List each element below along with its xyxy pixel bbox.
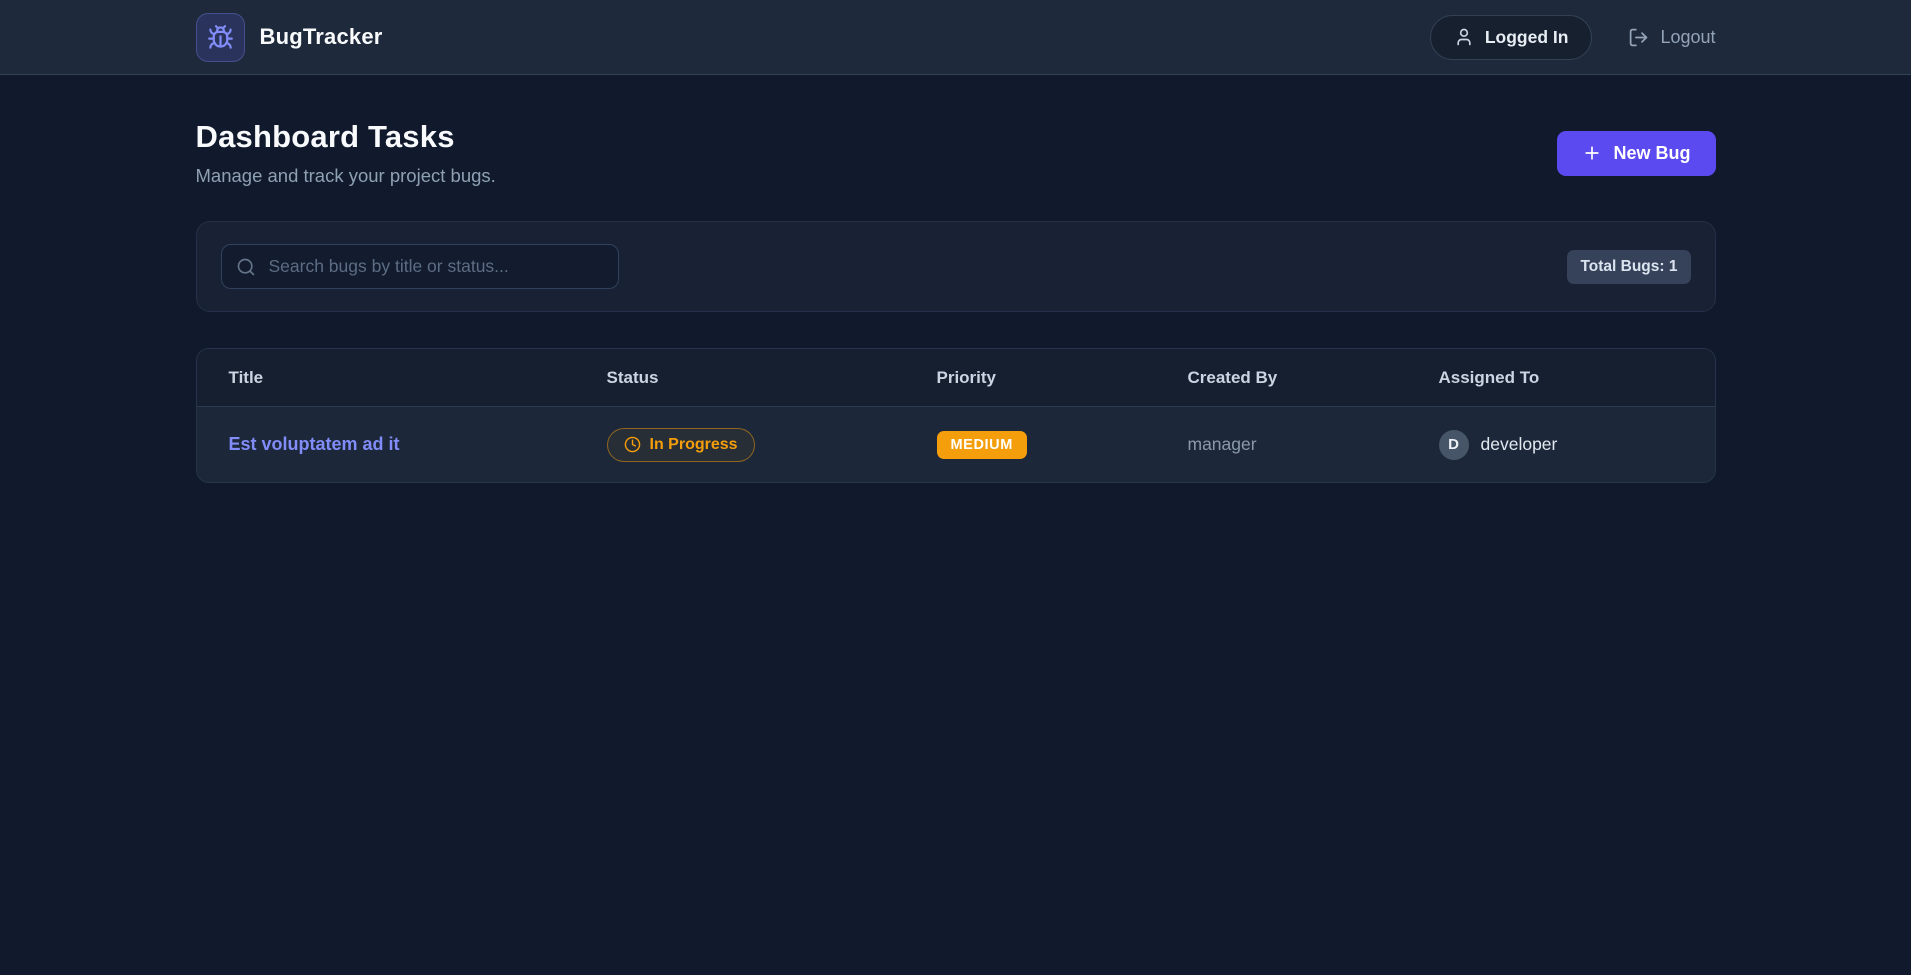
column-header-title: Title bbox=[228, 367, 264, 387]
bugs-table: Title Status Priority Created By Assigne… bbox=[195, 348, 1716, 483]
created-by-value: manager bbox=[1187, 434, 1257, 454]
priority-badge: MEDIUM bbox=[936, 430, 1027, 459]
search-input[interactable] bbox=[220, 244, 619, 289]
page-subtitle: Manage and track your project bugs. bbox=[195, 165, 496, 186]
plus-icon bbox=[1582, 143, 1602, 163]
bug-title-link[interactable]: Est voluptatem ad it bbox=[229, 434, 607, 455]
brand[interactable]: BugTracker bbox=[195, 12, 383, 62]
bug-icon bbox=[195, 12, 245, 62]
status-badge: In Progress bbox=[606, 427, 755, 462]
clock-icon bbox=[624, 436, 641, 453]
logout-label: Logout bbox=[1660, 26, 1716, 47]
assigned-to-cell: D developer bbox=[1438, 429, 1683, 460]
assigned-to-name: developer bbox=[1480, 434, 1558, 454]
logged-in-label: Logged In bbox=[1484, 26, 1569, 47]
column-header-priority: Priority bbox=[936, 367, 997, 387]
logged-in-pill[interactable]: Logged In bbox=[1429, 14, 1593, 60]
table-header-row: Title Status Priority Created By Assigne… bbox=[196, 349, 1715, 406]
avatar: D bbox=[1438, 429, 1469, 460]
status-label: In Progress bbox=[649, 435, 738, 453]
table-row: Est voluptatem ad it In Progress MEDIUM … bbox=[196, 406, 1715, 482]
page-title: Dashboard Tasks bbox=[195, 119, 455, 154]
navbar: BugTracker Logged In Logout bbox=[0, 0, 1911, 75]
user-icon bbox=[1454, 27, 1474, 47]
page-header: Dashboard Tasks Manage and track your pr… bbox=[196, 119, 1716, 187]
search-card: Total Bugs: 1 bbox=[195, 221, 1716, 312]
column-header-status: Status bbox=[606, 367, 659, 387]
new-bug-label: New Bug bbox=[1613, 142, 1691, 163]
brand-name: BugTracker bbox=[259, 24, 383, 49]
main-content: Dashboard Tasks Manage and track your pr… bbox=[195, 75, 1716, 483]
new-bug-button[interactable]: New Bug bbox=[1557, 130, 1716, 176]
logout-icon bbox=[1628, 27, 1649, 48]
column-header-assigned-to: Assigned To bbox=[1438, 367, 1540, 387]
total-bugs-badge: Total Bugs: 1 bbox=[1567, 249, 1691, 284]
column-header-created-by: Created By bbox=[1187, 367, 1278, 387]
logout-button[interactable]: Logout bbox=[1628, 26, 1716, 48]
search-box bbox=[220, 244, 619, 289]
